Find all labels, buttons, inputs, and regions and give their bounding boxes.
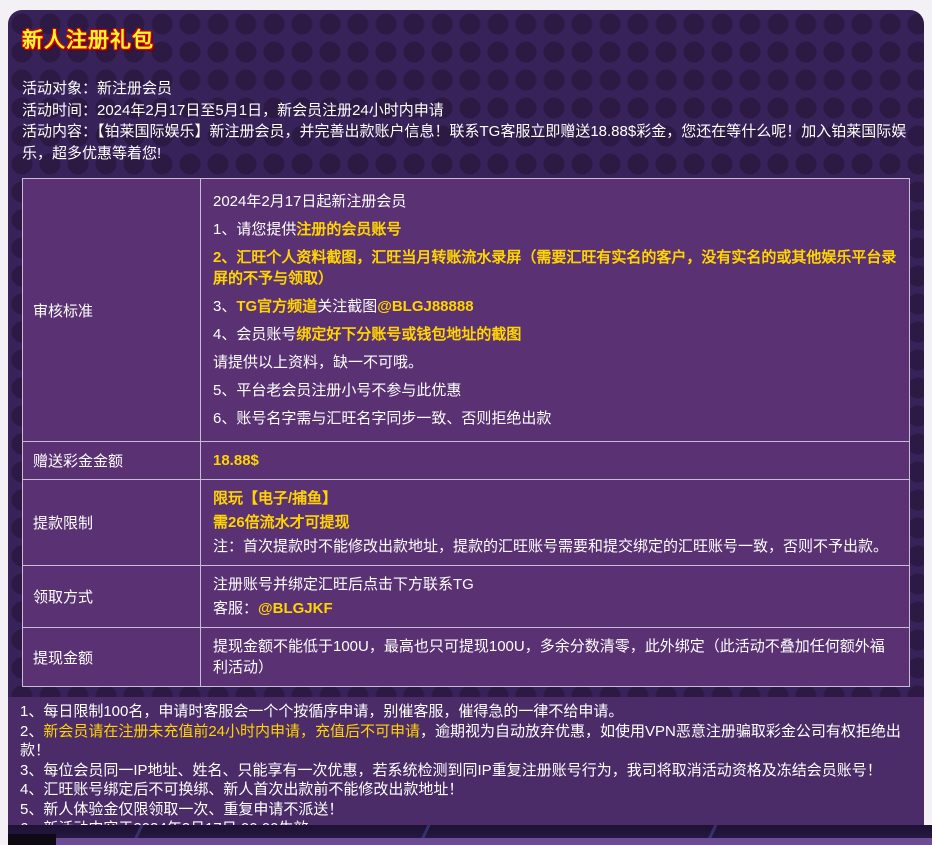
row-content: 限玩【电子/捕鱼】需26倍流水才可提现注：首次提款时不能修改出款地址，提款的汇旺…: [201, 480, 910, 566]
highlight-text: 注册的会员账号: [296, 221, 401, 238]
text-line: 需26倍流水才可提现: [213, 512, 897, 533]
text-line: 客服：@BLGJKF: [213, 598, 897, 619]
text-segment: 注册账号并绑定汇旺后点击下方联系TG: [213, 576, 474, 593]
text-segment: 注：首次提款时不能修改出款地址，提款的汇旺账号需要和提交绑定的汇旺账号一致，否则…: [213, 538, 888, 555]
text-line: 2024年2月17日起新注册会员: [213, 191, 897, 212]
row-content: 注册账号并绑定汇旺后点击下方联系TG 客服：@BLGJKF: [201, 566, 910, 628]
text-segment: 2、: [20, 723, 43, 740]
highlight-text: 绑定好下分账号或钱包地址的截图: [296, 326, 521, 343]
table-row-claim-method: 领取方式 注册账号并绑定汇旺后点击下方联系TG 客服：@BLGJKF: [23, 566, 910, 628]
text-segment: 提现金额不能低于100U，最高也只可提现100U，多余分数清零，此外绑定（此活动…: [213, 638, 885, 676]
table-row-withdrawal-limits: 提款限制 限玩【电子/捕鱼】需26倍流水才可提现注：首次提款时不能修改出款地址，…: [23, 480, 910, 566]
footer-corner: [8, 834, 56, 845]
text-line: 提现金额不能低于100U，最高也只可提现100U，多余分数清零，此外绑定（此活动…: [213, 636, 897, 678]
text-segment: 3、: [213, 298, 236, 315]
footer-band: [56, 838, 932, 845]
text-segment: 1、请您提供: [213, 221, 296, 238]
text-segment: 1、每日限制100名，申请时客服会一个个按循序申请，别催客服，催得急的一律不给申…: [20, 703, 623, 720]
text-line: 注册账号并绑定汇旺后点击下方联系TG: [213, 574, 897, 595]
text-line: 活动时间：2024年2月17日至5月1日，新会员注册24小时内申请: [22, 100, 910, 122]
text-line: 5、新人体验金仅限领取一次、重复申请不派送！: [20, 800, 912, 820]
highlight-text: TG官方频道: [236, 298, 317, 315]
text-segment: 6、账号名字需与汇旺名字同步一致、否则拒绝出款: [213, 410, 551, 427]
text-line: 1、每日限制100名，申请时客服会一个个按循序申请，别催客服，催得急的一律不给申…: [20, 702, 912, 722]
table-row-withdrawal-amount: 提现金额 提现金额不能低于100U，最高也只可提现100U，多余分数清零，此外绑…: [23, 628, 910, 687]
row-header: 提现金额: [23, 628, 201, 687]
highlight-text: 限玩【电子/捕鱼】: [213, 490, 337, 507]
table-row-bonus-amount: 赠送彩金金额 18.88$: [23, 442, 910, 480]
highlight-text: 2、汇旺个人资料截图，汇旺当月转账流水录屏（需要汇旺有实名的客户，没有实名的或其…: [213, 249, 896, 287]
text-segment: 5、新人体验金仅限领取一次、重复申请不派送！: [20, 801, 343, 818]
row-content: 2024年2月17日起新注册会员 1、请您提供注册的会员账号 2、汇旺个人资料截图，…: [201, 179, 910, 442]
text-line: 6、账号名字需与汇旺名字同步一致、否则拒绝出款: [213, 408, 897, 429]
text-line: 请提供以上资料，缺一不可哦。: [213, 352, 897, 373]
rules-section: 1、每日限制100名，申请时客服会一个个按循序申请，别催客服，催得急的一律不给申…: [8, 697, 924, 825]
promo-table-body: 审核标准 2024年2月17日起新注册会员 1、请您提供注册的会员账号 2、汇旺个人…: [23, 179, 910, 687]
footer-background: [8, 825, 932, 845]
row-content: 18.88$: [201, 442, 910, 480]
text-segment: 5、平台老会员注册小号不参与此优惠: [213, 382, 461, 399]
highlight-text: 新会员请在注册未充值前24小时内申请，充值后不可申请: [43, 723, 420, 740]
text-line: 3、每位会员同一IP地址、姓名、只能享有一次优惠，若系统检测到同IP重复注册账号…: [20, 761, 912, 781]
text-line: 4、会员账号绑定好下分账号或钱包地址的截图: [213, 324, 897, 345]
text-line: 注：首次提款时不能修改出款地址，提款的汇旺账号需要和提交绑定的汇旺账号一致，否则…: [213, 536, 897, 557]
text-segment: 关注截图: [317, 298, 377, 315]
text-line: 18.88$: [213, 450, 897, 471]
promo-panel: 新人注册礼包 活动对象：新注册会员活动时间：2024年2月17日至5月1日，新会…: [8, 10, 924, 825]
page: 新人注册礼包 活动对象：新注册会员活动时间：2024年2月17日至5月1日，新会…: [0, 0, 932, 845]
highlight-text: @BLGJKF: [258, 600, 333, 617]
text-line: 2、新会员请在注册未充值前24小时内申请，充值后不可申请，逾期视为自动放弃优惠，…: [20, 722, 912, 761]
promo-table: 审核标准 2024年2月17日起新注册会员 1、请您提供注册的会员账号 2、汇旺个人…: [22, 178, 910, 687]
highlight-text: 18.88$: [213, 452, 259, 469]
text-segment: 3、每位会员同一IP地址、姓名、只能享有一次优惠，若系统检测到同IP重复注册账号…: [20, 762, 882, 779]
text-line: 1、请您提供注册的会员账号: [213, 219, 897, 240]
text-line: 活动对象：新注册会员: [22, 78, 910, 100]
text-segment: 4、会员账号: [213, 326, 296, 343]
row-header: 领取方式: [23, 566, 201, 628]
intro-section: 活动对象：新注册会员活动时间：2024年2月17日至5月1日，新会员注册24小时…: [22, 78, 910, 164]
highlight-text: 需26倍流水才可提现: [213, 514, 350, 531]
table-row-audit-standards: 审核标准 2024年2月17日起新注册会员 1、请您提供注册的会员账号 2、汇旺个人…: [23, 179, 910, 442]
row-content: 提现金额不能低于100U，最高也只可提现100U，多余分数清零，此外绑定（此活动…: [201, 628, 910, 687]
text-line: 限玩【电子/捕鱼】: [213, 488, 897, 509]
text-line: 4、汇旺账号绑定后不可换绑、新人首次出款前不能修改出款地址！: [20, 780, 912, 800]
text-line: 活动内容：【铂莱国际娱乐】新注册会员，并完善出款账户信息！联系TG客服立即赠送1…: [22, 121, 910, 164]
highlight-text: @BLGJ88888: [377, 298, 473, 315]
text-segment: 活动时间：2024年2月17日至5月1日，新会员注册24小时内申请: [22, 102, 444, 119]
text-segment: 活动内容：【铂莱国际娱乐】新注册会员，并完善出款账户信息！联系TG客服立即赠送1…: [22, 123, 906, 162]
row-header: 提款限制: [23, 480, 201, 566]
text-segment: 活动对象：新注册会员: [22, 80, 172, 97]
text-segment: 请提供以上资料，缺一不可哦。: [213, 354, 423, 371]
text-line: 2、汇旺个人资料截图，汇旺当月转账流水录屏（需要汇旺有实名的客户，没有实名的或其…: [213, 247, 897, 289]
row-header: 审核标准: [23, 179, 201, 442]
text-segment: 4、汇旺账号绑定后不可换绑、新人首次出款前不能修改出款地址！: [20, 781, 463, 798]
page-title: 新人注册礼包: [22, 24, 910, 54]
text-segment: 客服：: [213, 600, 258, 617]
row-header: 赠送彩金金额: [23, 442, 201, 480]
text-line: 5、平台老会员注册小号不参与此优惠: [213, 380, 897, 401]
text-line: 3、TG官方频道关注截图@BLGJ88888: [213, 296, 897, 317]
text-segment: 2024年2月17日起新注册会员: [213, 193, 406, 210]
